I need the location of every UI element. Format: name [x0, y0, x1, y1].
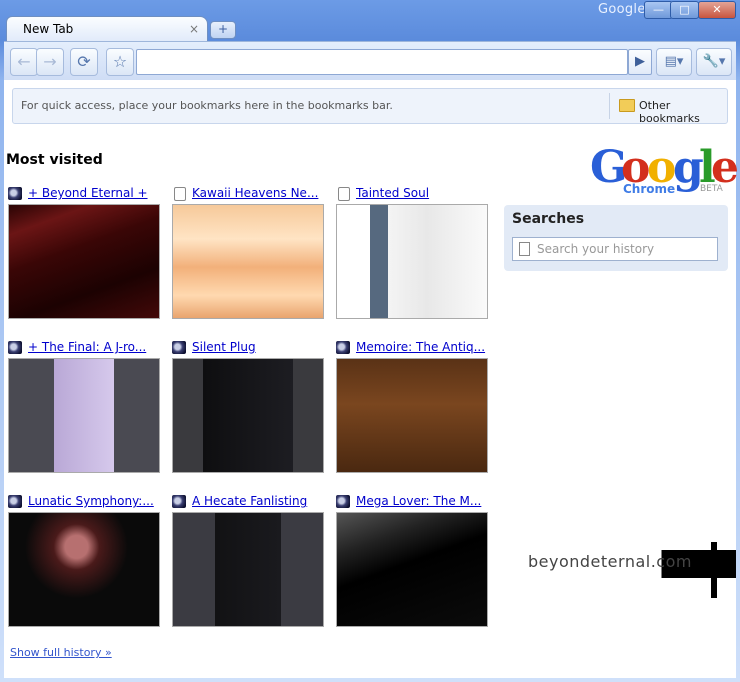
tile-thumbnail[interactable]	[336, 204, 488, 319]
tab-close-icon[interactable]: ×	[189, 22, 199, 36]
address-bar[interactable]	[136, 49, 628, 75]
tile-thumbnail[interactable]	[172, 358, 324, 473]
page-menu-button[interactable]: ▤▾	[656, 48, 692, 76]
logo-beta-text: BETA	[700, 184, 723, 194]
window-brand: Google	[598, 2, 646, 17]
tab-new-tab[interactable]: New Tab ×	[6, 16, 208, 43]
tile-title[interactable]: + The Final: A J-ro...	[28, 340, 160, 354]
tile-thumbnail[interactable]	[172, 512, 324, 627]
maximize-button[interactable]: □	[670, 1, 699, 19]
reload-button[interactable]: ⟳	[70, 48, 98, 76]
tools-menu-button[interactable]: 🔧▾	[696, 48, 732, 76]
site-favicon-icon	[336, 495, 350, 508]
tile-thumbnail[interactable]	[8, 204, 160, 319]
folder-icon	[619, 99, 635, 112]
watermark-text: beyondeternal.com	[528, 552, 692, 571]
searches-heading: Searches	[512, 211, 585, 227]
logo-chrome-text: Chrome	[623, 182, 676, 196]
show-full-history-link[interactable]: Show full history »	[10, 646, 112, 659]
tile-title[interactable]: Silent Plug	[192, 340, 324, 354]
tile-title[interactable]: A Hecate Fanlisting	[192, 494, 324, 508]
tile-thumbnail[interactable]	[336, 512, 488, 627]
browser-window: Google — □ ✕ New Tab × + ← → ⟳ ☆ ▶ ▤▾ 🔧▾…	[0, 0, 740, 682]
tile-thumbnail[interactable]	[8, 512, 160, 627]
tile-title[interactable]: Memoire: The Antiq...	[356, 340, 488, 354]
bookmarks-hint: For quick access, place your bookmarks h…	[21, 99, 393, 112]
back-button[interactable]: ←	[10, 48, 38, 76]
most-visited-heading: Most visited	[6, 152, 103, 168]
site-favicon-icon	[172, 495, 186, 508]
page-icon	[174, 187, 186, 201]
minimize-button[interactable]: —	[644, 1, 673, 19]
new-tab-page: For quick access, place your bookmarks h…	[4, 80, 739, 678]
tile-title[interactable]: + Beyond Eternal +	[28, 186, 160, 200]
tile-title[interactable]: Lunatic Symphony:...	[28, 494, 160, 508]
page-icon	[338, 187, 350, 201]
tile-title[interactable]: Tainted Soul	[356, 186, 488, 200]
search-placeholder: Search your history	[537, 242, 655, 256]
close-window-button[interactable]: ✕	[698, 1, 736, 19]
site-favicon-icon	[172, 341, 186, 354]
history-search-input[interactable]: Search your history	[512, 237, 718, 261]
divider	[609, 93, 610, 119]
site-favicon-icon	[8, 187, 22, 200]
tile-thumbnail[interactable]	[336, 358, 488, 473]
new-tab-button[interactable]: +	[210, 21, 236, 39]
site-favicon-icon	[8, 495, 22, 508]
go-button[interactable]: ▶	[628, 49, 652, 75]
site-favicon-icon	[336, 341, 350, 354]
bookmarks-bar: For quick access, place your bookmarks h…	[12, 88, 728, 125]
site-favicon-icon	[8, 341, 22, 354]
tile-title[interactable]: Mega Lover: The M...	[356, 494, 488, 508]
page-icon	[519, 242, 530, 256]
tab-title: New Tab	[23, 22, 74, 36]
forward-button[interactable]: →	[36, 48, 64, 76]
tile-thumbnail[interactable]	[8, 358, 160, 473]
toolbar: ← → ⟳ ☆ ▶ ▤▾ 🔧▾	[4, 41, 736, 80]
google-chrome-logo: G o o g l e Chrome BETA	[588, 146, 739, 197]
watermark-emblem-icon	[704, 542, 724, 598]
searches-panel: Searches Search your history	[504, 205, 728, 271]
tile-thumbnail[interactable]	[172, 204, 324, 319]
star-icon[interactable]: ☆	[106, 48, 134, 76]
tile-title[interactable]: Kawaii Heavens Ne...	[192, 186, 324, 200]
other-bookmarks-button[interactable]: Other bookmarks	[639, 99, 727, 125]
